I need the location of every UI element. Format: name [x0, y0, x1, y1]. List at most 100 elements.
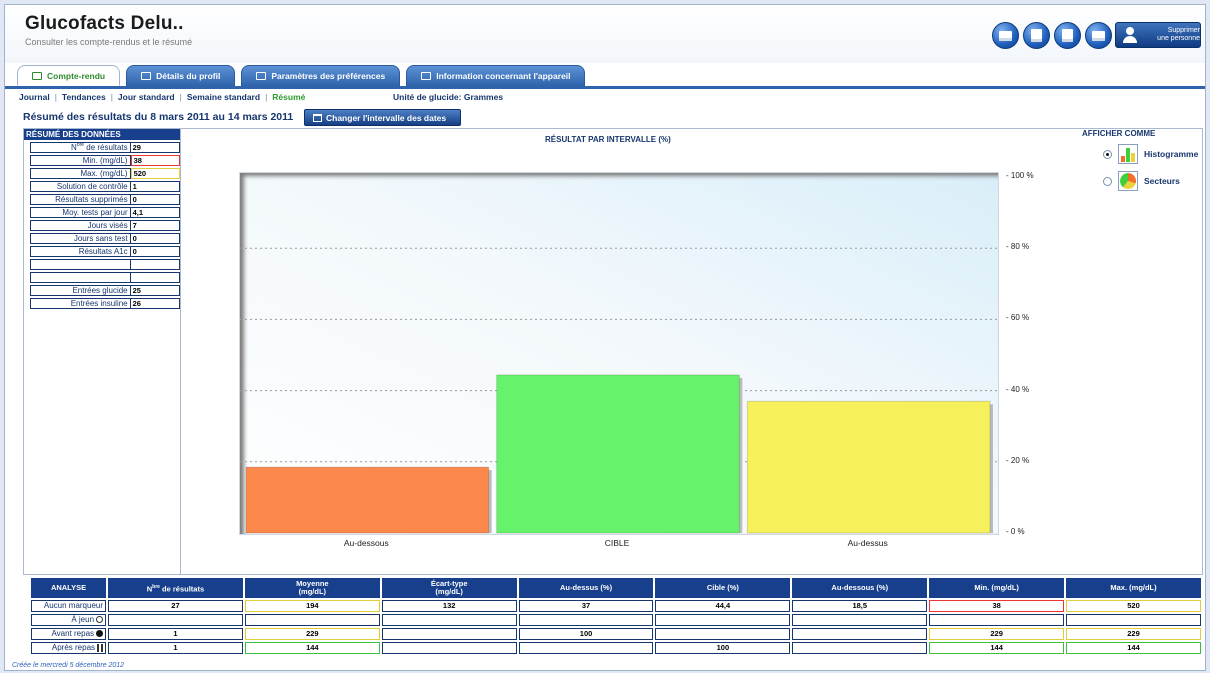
- analysis-cell: [244, 614, 380, 626]
- summary-row: Résultats A1c 0: [24, 245, 180, 257]
- analysis-cell: 37: [518, 600, 654, 612]
- tab-appareil[interactable]: Information concernant l'appareil: [406, 65, 586, 86]
- summary-value: 4,1: [130, 206, 180, 218]
- download-icon: [1062, 29, 1073, 42]
- analysis-cell: 132: [381, 600, 517, 612]
- delete-person-button[interactable]: Supprimer une personne: [1115, 22, 1201, 48]
- analysis-cell: 144: [929, 642, 1065, 654]
- summary-value: [130, 271, 180, 283]
- email-button[interactable]: [1085, 22, 1112, 49]
- summary-label: Nbre de résultats: [30, 141, 131, 153]
- analysis-row-label: À jeun: [31, 614, 107, 626]
- analysis-col-header: Nbre de résultats: [108, 578, 243, 598]
- summary-label: Solution de contrôle: [30, 180, 131, 192]
- nav-jour-standard[interactable]: Jour standard: [118, 92, 175, 102]
- nav-journal[interactable]: Journal: [19, 92, 50, 102]
- nav-tendances[interactable]: Tendances: [62, 92, 106, 102]
- summary-value: 520: [130, 167, 180, 179]
- toolbar: [992, 22, 1112, 49]
- delete-person-label-2: une personne: [1157, 35, 1200, 42]
- analysis-cell: [655, 614, 791, 626]
- analysis-col-header: Au-dessous (%): [792, 578, 928, 598]
- summary-row: Jours sans test 0: [24, 232, 180, 244]
- summary-value: 0: [130, 193, 180, 205]
- apple-core-icon: [97, 643, 104, 652]
- analysis-cell: [381, 628, 517, 640]
- summary-label: Min. (mg/dL): [30, 154, 131, 166]
- bar-au-dessous[interactable]: [245, 466, 490, 534]
- nav-resume[interactable]: Résumé: [272, 92, 305, 102]
- analysis-cell: 229: [929, 628, 1065, 640]
- analysis-cell: [929, 614, 1065, 626]
- analysis-row: Avant repas 1 229 100 229 229: [31, 628, 1201, 640]
- summary-row: Moy. tests par jour 4,1: [24, 206, 180, 218]
- histogram-icon: [1118, 144, 1138, 164]
- analysis-table: ANALYSE Nbre de résultats Moyenne (mg/dL)…: [29, 576, 1203, 656]
- summary-row: Résultats supprimés 0: [24, 193, 180, 205]
- analysis-row-label-text: Avant repas: [51, 629, 95, 638]
- summary-label: Jours sans test: [30, 232, 131, 244]
- tab-preferences[interactable]: Paramètres des préférences: [241, 65, 401, 86]
- delete-person-label-1: Supprimer: [1167, 27, 1200, 34]
- display-pie-option[interactable]: Secteurs: [1103, 171, 1180, 191]
- analysis-cell: 229: [244, 628, 380, 640]
- header-mean-unit: (mg/dL): [298, 587, 327, 596]
- summary-label: [30, 271, 131, 283]
- analysis-cell: [1066, 614, 1201, 626]
- header-count-sup: bre: [152, 583, 160, 590]
- analysis-cell: [108, 614, 243, 626]
- analysis-cell: 27: [108, 600, 243, 612]
- analysis-cell: 520: [1066, 600, 1201, 612]
- y-tick-label: - 20 %: [1006, 455, 1030, 465]
- analysis-col-header: Moyenne (mg/dL): [244, 578, 380, 598]
- pie-radio[interactable]: [1103, 176, 1112, 186]
- y-tick-label: - 80 %: [1006, 242, 1030, 252]
- calendar-icon: [313, 113, 322, 122]
- analysis-col-header: Max. (mg/dL): [1066, 578, 1201, 598]
- printer-icon: [999, 30, 1012, 41]
- summary-row: Max. (mg/dL) 520: [24, 167, 180, 179]
- save-button[interactable]: [1054, 22, 1081, 49]
- tab-label: Compte-rendu: [47, 70, 106, 81]
- summary-label: Résultats A1c: [30, 245, 131, 257]
- analysis-row-label-text: Après repas: [51, 643, 96, 652]
- analysis-cell: [792, 642, 928, 654]
- id-card-icon: [141, 72, 152, 80]
- summary-value: 26: [130, 297, 180, 309]
- summary-label-sup: bre: [76, 141, 85, 148]
- analysis-col-header: ANALYSE: [31, 578, 107, 598]
- bar-chart: [240, 247, 1000, 534]
- display-histogram-option[interactable]: Histogramme: [1103, 144, 1198, 164]
- analysis-row-label: Après repas: [31, 642, 107, 654]
- change-date-range-button[interactable]: Changer l'intervalle des dates: [304, 109, 461, 126]
- tab-compte-rendu[interactable]: Compte-rendu: [17, 65, 121, 86]
- bar-au-dessus[interactable]: [746, 400, 991, 534]
- analysis-row-label-text: Aucun marqueur: [43, 601, 104, 610]
- summary-row: Jours visés 7: [24, 219, 180, 231]
- analysis-cell: [381, 614, 517, 626]
- carb-unit-label: Unité de glucide: Grammes: [393, 92, 504, 102]
- histogram-radio[interactable]: [1103, 149, 1112, 159]
- pie-chart-icon: [1118, 171, 1138, 191]
- apple-icon: [96, 630, 104, 638]
- user-icon: [1122, 26, 1140, 44]
- print-button[interactable]: [992, 22, 1019, 49]
- tab-profil[interactable]: Détails du profil: [126, 65, 236, 86]
- summary-label: Jours visés: [30, 219, 131, 231]
- analysis-cell: [655, 628, 791, 640]
- analysis-row-label-text: À jeun: [71, 615, 95, 624]
- y-tick-label: - 60 %: [1006, 313, 1030, 323]
- bar-cible[interactable]: [496, 374, 740, 534]
- nav-semaine-standard[interactable]: Semaine standard: [187, 92, 260, 102]
- summary-label: Entrées insuline: [30, 297, 131, 309]
- analysis-cell: [792, 628, 928, 640]
- summary-label: [30, 258, 131, 270]
- summary-row: [24, 271, 180, 283]
- pie-label: Secteurs: [1144, 176, 1180, 186]
- export-button[interactable]: [1023, 22, 1050, 49]
- analysis-col-header: Min. (mg/dL): [929, 578, 1065, 598]
- device-icon: [421, 72, 432, 80]
- app-header: Glucofacts Delu.. Consulter les compte-r…: [5, 5, 1205, 63]
- summary-row: Entrées insuline 26: [24, 297, 180, 309]
- main-tabs: Compte-rendu Détails du profil Paramètre…: [17, 65, 586, 87]
